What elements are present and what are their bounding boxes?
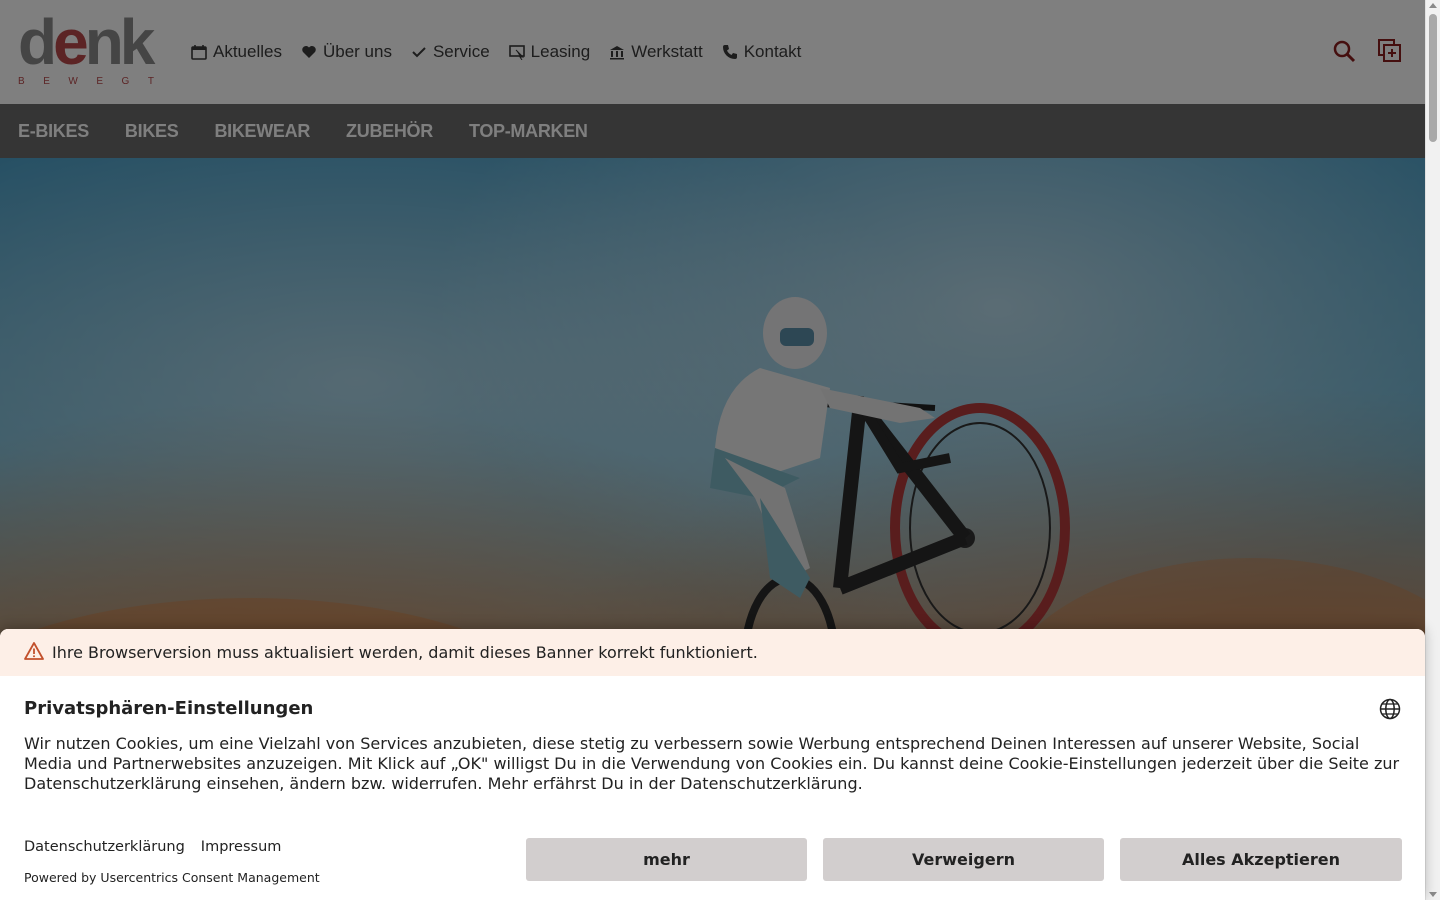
deny-button[interactable]: Verweigern — [823, 838, 1104, 881]
consent-buttons: mehr Verweigern Alles Akzeptieren — [526, 838, 1402, 881]
page-scrollbar[interactable] — [1425, 0, 1440, 900]
scroll-down-icon[interactable] — [1429, 892, 1437, 897]
consent-links: Datenschutzerklärung Impressum — [24, 839, 281, 855]
browser-warning-text: Ihre Browserversion muss aktualisiert we… — [52, 643, 758, 662]
scrollbar-thumb[interactable] — [1429, 14, 1437, 142]
consent-title: Privatsphären-Einstellungen — [24, 698, 314, 719]
more-button[interactable]: mehr — [526, 838, 807, 881]
imprint-link[interactable]: Impressum — [201, 839, 282, 855]
browser-warning: Ihre Browserversion muss aktualisiert we… — [0, 629, 1425, 676]
powered-by-text: Powered by Usercentrics Consent Manageme… — [24, 870, 320, 885]
cookie-consent-banner: Ihre Browserversion muss aktualisiert we… — [0, 629, 1425, 900]
privacy-policy-link[interactable]: Datenschutzerklärung — [24, 839, 185, 855]
language-globe-icon[interactable] — [1379, 698, 1403, 722]
consent-body: Privatsphären-Einstellungen Wir nutzen C… — [0, 676, 1425, 794]
accept-all-button[interactable]: Alles Akzeptieren — [1120, 838, 1402, 881]
consent-description: Wir nutzen Cookies, um eine Vielzahl von… — [24, 734, 1400, 793]
warning-icon — [24, 641, 44, 664]
scroll-up-icon[interactable] — [1429, 3, 1437, 8]
